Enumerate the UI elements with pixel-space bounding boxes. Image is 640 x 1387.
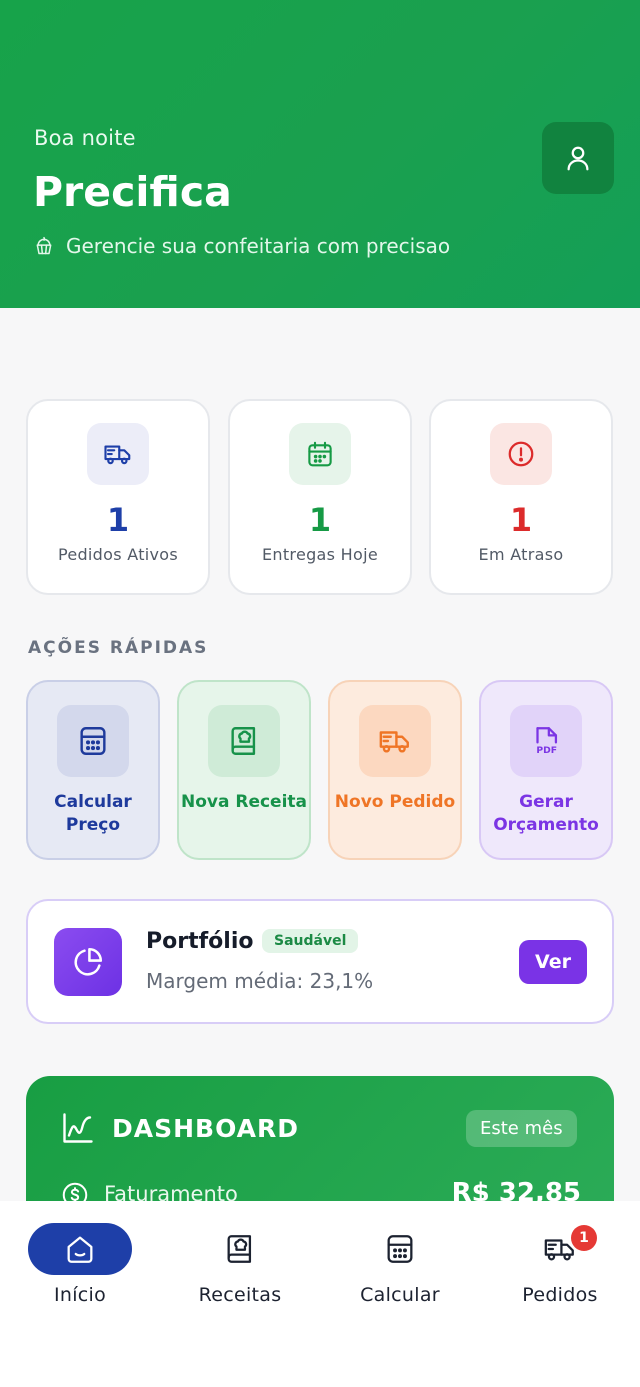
action-icon-box: PDF [510,705,582,777]
stat-value: 1 [308,501,332,539]
stat-label: Em Atraso [478,545,564,564]
pdf-icon: PDF [536,727,558,756]
pie-chart-icon [74,947,103,976]
nova-receita-button[interactable]: Nova Receita [177,680,311,860]
portfolio-icon-box [54,928,122,996]
action-label: Nova Receita [180,792,308,812]
nav-label: Pedidos [522,1284,598,1306]
action-label: Gerar Orçamento [493,792,599,835]
stat-value: 1 [106,501,130,539]
portfolio-card[interactable]: Portfólio Saudável Margem média: 23,1% V… [26,899,614,1024]
recipe-book-icon [227,1235,252,1263]
nav-item-inicio[interactable]: Início [0,1223,160,1313]
dashboard-title: DASHBOARD [112,1114,300,1143]
action-label: Calcular Preço [54,792,132,835]
home-icon [67,1236,93,1263]
stat-icon-box [87,423,149,485]
calculator-icon [387,1235,413,1263]
notification-badge: 1 [571,1225,597,1251]
novo-pedido-button[interactable]: Novo Pedido [328,680,462,860]
stat-card-entregas-hoje[interactable]: 1 Entregas Hoje [228,399,412,595]
stat-card-em-atraso[interactable]: 1 Em Atraso [429,399,613,595]
stat-value: 1 [509,501,533,539]
cupcake-icon [36,236,52,255]
nav-icon-active-pill [28,1223,132,1275]
portfolio-title: Portfólio [146,929,254,954]
recipe-book-icon [231,727,256,755]
truck-icon [104,445,131,465]
nav-icon-wrap [348,1223,452,1275]
nav-label: Receitas [198,1284,282,1306]
gerar-orcamento-button[interactable]: PDF Gerar Orçamento [479,680,613,860]
svg-text:PDF: PDF [536,745,557,756]
app-subtitle: Gerencie sua confeitaria com precisao [34,234,450,258]
status-badge: Saudável [262,929,359,953]
stat-card-pedidos-ativos[interactable]: 1 Pedidos Ativos [26,399,210,595]
nav-item-calcular[interactable]: Calcular [320,1223,480,1313]
line-chart-icon [63,1113,93,1143]
calendar-icon [308,441,332,467]
stat-icon-box [289,423,351,485]
header: Boa noite Precifica Gerencie sua confeit… [0,0,640,308]
portfolio-margin: Margem média: 23,1% [146,969,374,993]
stat-label: Entregas Hoje [262,545,378,564]
action-icon-box [359,705,431,777]
nav-icon-wrap [188,1223,292,1275]
action-icon-box [57,705,129,777]
action-icon-box [208,705,280,777]
period-selector[interactable]: Este mês [466,1110,577,1147]
greeting: Boa noite [34,126,136,150]
app-title: Precifica [33,168,232,216]
nav-item-pedidos[interactable]: 1 Pedidos [480,1223,640,1313]
calculator-icon [80,727,106,755]
app-subtitle-text: Gerencie sua confeitaria com precisao [66,234,451,258]
ver-portfolio-button[interactable]: Ver [519,940,587,984]
calcular-preco-button[interactable]: Calcular Preço [26,680,160,860]
nav-label: Início [53,1284,107,1306]
profile-button[interactable] [542,122,614,194]
nav-label: Calcular [360,1284,440,1306]
alert-circle-icon [508,441,534,467]
nav-item-receitas[interactable]: Receitas [160,1223,320,1313]
stat-label: Pedidos Ativos [57,545,179,564]
quick-actions-title: AÇÕES RÁPIDAS [28,638,209,658]
nav-icon-wrap: 1 [508,1223,612,1275]
stat-icon-box [490,423,552,485]
truck-icon [379,731,409,753]
action-label: Novo Pedido [334,792,456,812]
user-icon [567,146,589,171]
